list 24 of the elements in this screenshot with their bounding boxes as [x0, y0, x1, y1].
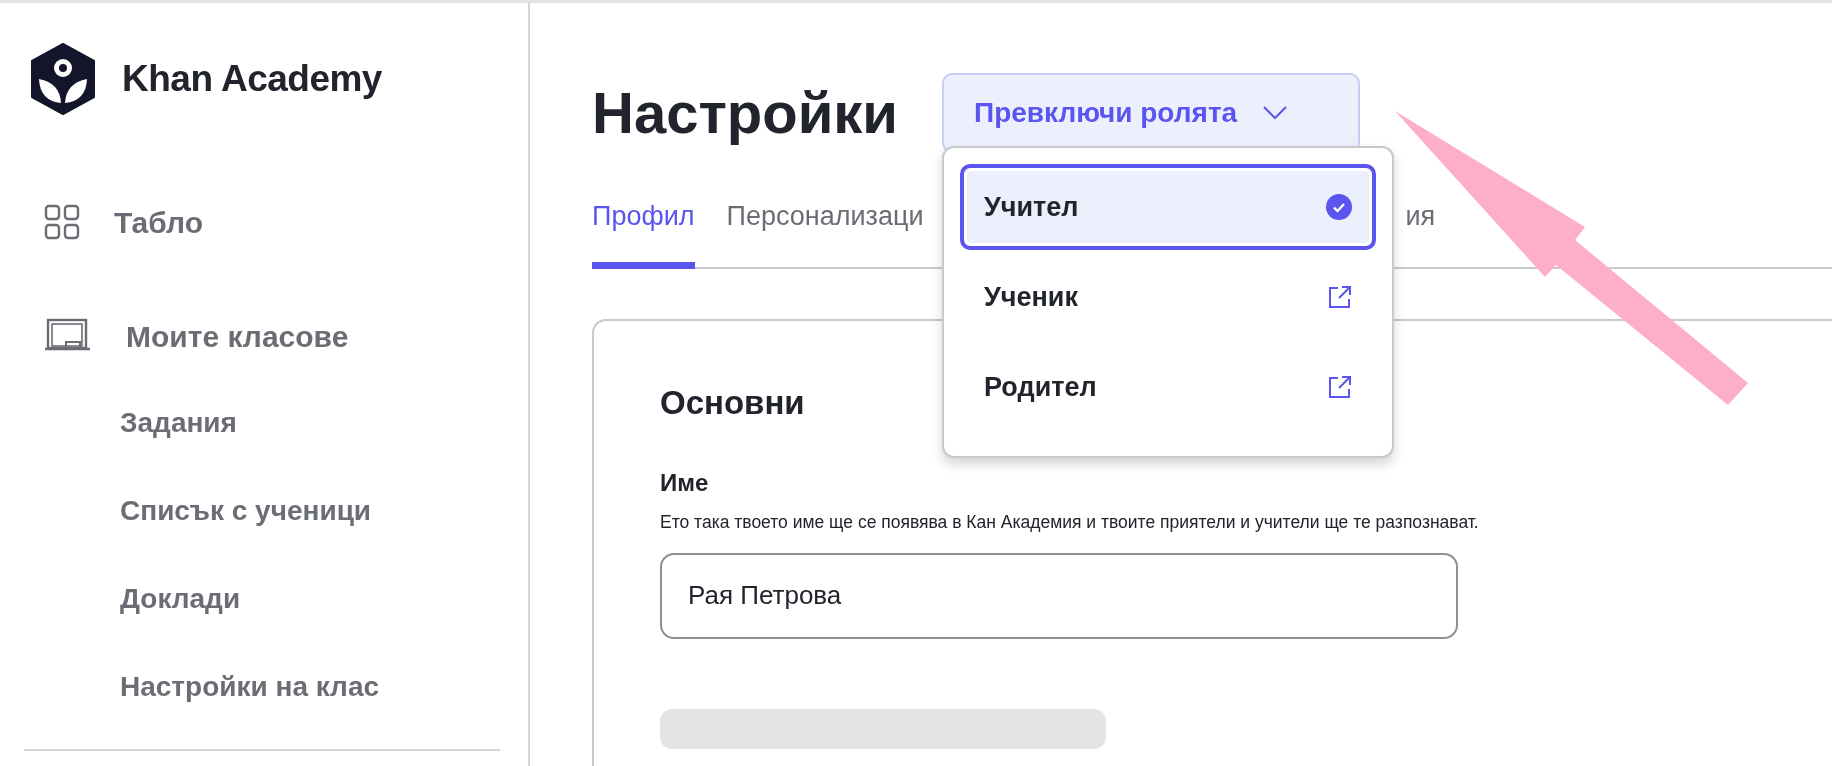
section-title: Основни [660, 383, 805, 423]
menu-item[interactable]: Учител [960, 164, 1376, 250]
sidebar-item[interactable]: Моите класове [30, 309, 528, 363]
menu-item[interactable]: Ученик [960, 254, 1376, 340]
page-title: Настройки [592, 79, 898, 148]
logo-text: Khan Academy [122, 57, 382, 102]
menu-item[interactable]: Родител [960, 344, 1376, 430]
sidebar-item[interactable]: Настройки на клас [30, 657, 528, 717]
logo-icon [30, 43, 96, 115]
field-label: Име [660, 467, 710, 498]
external-link-icon [1328, 285, 1352, 309]
tab[interactable]: Профил [592, 195, 695, 269]
sidebar-item[interactable]: Табло [30, 195, 528, 249]
sidebar-item[interactable]: Списък с ученици [30, 481, 528, 541]
grid-icon [44, 204, 80, 240]
name-input-field[interactable]: Рая Петрова [660, 552, 1458, 639]
field-description: Ето така твоето име ще се появява в Кан Академия и твоите приятели и учители ще те разпознават. [660, 510, 1480, 534]
sidebar-item[interactable]: Задания [30, 393, 528, 453]
check-circle-icon [1326, 194, 1352, 220]
sidebar-item[interactable]: Доклади [30, 569, 528, 629]
external-link-icon [1328, 375, 1352, 399]
tab[interactable]: ия [1405, 195, 1436, 269]
tab[interactable]: Персонализаци [726, 195, 924, 269]
chevron-down-icon [1263, 106, 1288, 120]
